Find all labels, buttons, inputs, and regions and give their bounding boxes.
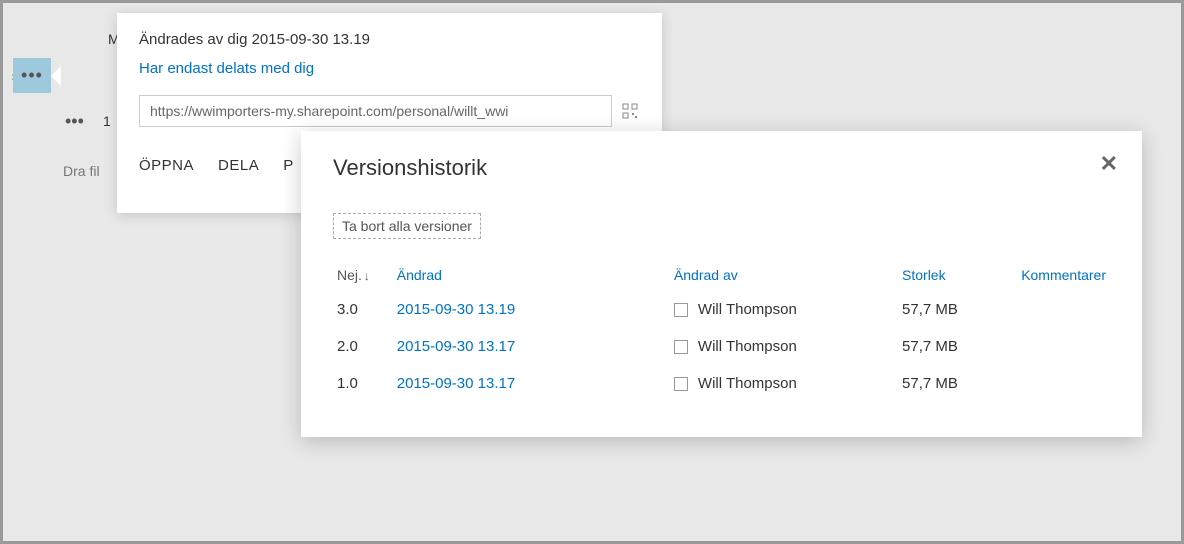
author-checkbox[interactable]: [674, 377, 688, 391]
version-comment: [1017, 328, 1110, 365]
table-row: 2.0 2015-09-30 13.17 Will Thompson 57,7 …: [333, 328, 1110, 365]
close-icon[interactable]: ✕: [1100, 151, 1118, 177]
share-url-input[interactable]: [139, 95, 612, 127]
version-date-link[interactable]: 2015-09-30 13.17: [393, 365, 670, 402]
callout-modified-text: Ändrades av dig 2015-09-30 13.19: [139, 31, 640, 48]
version-date-link[interactable]: 2015-09-30 13.19: [393, 291, 670, 328]
version-no: 1.0: [333, 365, 393, 402]
col-header-modified[interactable]: Ändrad: [393, 259, 670, 291]
table-row: 1.0 2015-09-30 13.17 Will Thompson 57,7 …: [333, 365, 1110, 402]
version-no: 2.0: [333, 328, 393, 365]
version-size: 57,7 MB: [898, 291, 1017, 328]
version-table-body: 3.0 2015-09-30 13.19 Will Thompson 57,7 …: [333, 291, 1110, 402]
callout-pointer: [51, 66, 61, 86]
row3-number: 1: [103, 113, 111, 129]
share-action[interactable]: DELA: [218, 157, 259, 174]
callout-url-row: [139, 95, 640, 127]
col-no-label: Nej.: [337, 267, 362, 283]
drag-hint-text: Dra fil: [63, 163, 100, 179]
version-author: Will Thompson: [698, 301, 797, 318]
version-size: 57,7 MB: [898, 328, 1017, 365]
delete-all-versions-link[interactable]: Ta bort alla versioner: [333, 213, 481, 239]
version-comment: [1017, 365, 1110, 402]
version-table: Nej.↓ Ändrad Ändrad av Storlek Kommentar…: [333, 259, 1110, 402]
sort-desc-icon: ↓: [364, 269, 370, 283]
dialog-title: Versionshistorik: [333, 155, 1110, 181]
col-header-size[interactable]: Storlek: [898, 259, 1017, 291]
version-author-cell: Will Thompson: [670, 291, 898, 328]
version-comment: [1017, 291, 1110, 328]
version-author: Will Thompson: [698, 338, 797, 355]
item-menu-ellipsis[interactable]: •••: [21, 65, 43, 86]
version-author-cell: Will Thompson: [670, 328, 898, 365]
more-action-prefix[interactable]: P: [283, 157, 294, 174]
author-checkbox[interactable]: [674, 340, 688, 354]
version-no: 3.0: [333, 291, 393, 328]
version-history-dialog: ✕ Versionshistorik Ta bort alla versione…: [301, 131, 1142, 437]
version-size: 57,7 MB: [898, 365, 1017, 402]
author-checkbox[interactable]: [674, 303, 688, 317]
version-author-cell: Will Thompson: [670, 365, 898, 402]
version-author: Will Thompson: [698, 375, 797, 392]
version-date-link[interactable]: 2015-09-30 13.17: [393, 328, 670, 365]
qr-code-icon[interactable]: [620, 101, 640, 121]
selected-item-cell[interactable]: •••: [13, 58, 51, 93]
col-header-comments[interactable]: Kommentarer: [1017, 259, 1110, 291]
row3-ellipsis[interactable]: •••: [65, 111, 84, 132]
col-header-no[interactable]: Nej.↓: [333, 259, 393, 291]
callout-shared-link[interactable]: Har endast delats med dig: [139, 60, 640, 77]
open-action[interactable]: ÖPPNA: [139, 157, 194, 174]
col-header-modified-by[interactable]: Ändrad av: [670, 259, 898, 291]
table-row: 3.0 2015-09-30 13.19 Will Thompson 57,7 …: [333, 291, 1110, 328]
